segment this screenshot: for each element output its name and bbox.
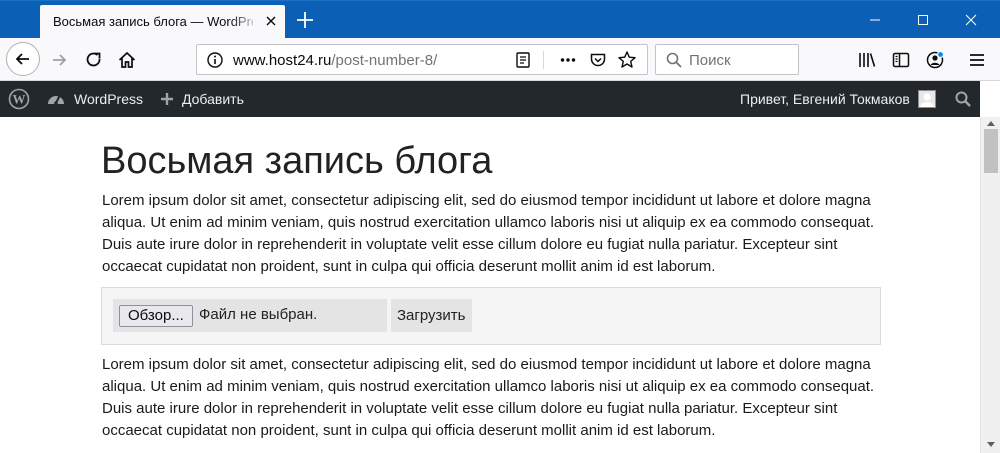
post-paragraph: Lorem ipsum dolor sit amet, consectetur … xyxy=(102,192,875,275)
plus-icon xyxy=(160,92,174,106)
plus-icon[interactable] xyxy=(293,8,317,32)
home-icon[interactable] xyxy=(113,46,141,74)
dashboard-icon xyxy=(46,90,66,108)
menu-icon[interactable] xyxy=(963,46,991,74)
maximize-icon[interactable] xyxy=(900,1,946,39)
file-status-label: Файл не выбран. xyxy=(199,306,318,323)
greeting-label: Привет, Евгений Токмаков xyxy=(740,91,910,107)
scrollbar-thumb[interactable] xyxy=(984,129,998,173)
post-paragraph: Lorem ipsum dolor sit amet, consectetur … xyxy=(102,356,875,439)
svg-text:W: W xyxy=(13,92,26,107)
upload-form: Обзор... Файл не выбран. Загрузить xyxy=(101,287,881,345)
wordpress-logo-icon[interactable]: W xyxy=(8,81,30,117)
url-host: www.host24.ru xyxy=(233,52,332,69)
page-title: Восьмая запись блога xyxy=(101,140,493,182)
avatar xyxy=(917,90,936,108)
more-icon[interactable] xyxy=(554,46,582,74)
tab-active[interactable]: Восьмая запись блога — WordPress xyxy=(40,5,285,39)
back-arrow-icon[interactable] xyxy=(6,42,40,76)
tab-title: Восьмая запись блога — WordPress xyxy=(53,14,253,29)
scroll-up-icon[interactable] xyxy=(987,121,995,126)
info-icon[interactable] xyxy=(201,46,229,74)
tab-strip: Восьмая запись блога — WordPress xyxy=(0,0,1000,39)
star-icon[interactable] xyxy=(613,46,641,74)
url-separator xyxy=(543,51,544,69)
add-new-menu[interactable]: Добавить xyxy=(160,81,244,117)
search-bar[interactable]: Поиск xyxy=(655,44,799,75)
post-content: Восьмая запись блога Lorem ipsum dolor s… xyxy=(0,117,980,453)
url-text: www.host24.ru/post-number-8/ xyxy=(233,52,437,69)
reload-icon[interactable] xyxy=(80,46,108,74)
file-input[interactable]: Обзор... Файл не выбран. xyxy=(113,299,387,332)
tab-title-fade xyxy=(230,9,260,33)
site-name-label: WordPress xyxy=(74,91,143,107)
pocket-icon[interactable] xyxy=(584,46,612,74)
scroll-down-icon[interactable] xyxy=(987,442,995,447)
search-icon[interactable] xyxy=(954,81,972,117)
address-bar[interactable]: www.host24.ru/post-number-8/ xyxy=(196,44,648,75)
navigation-toolbar: www.host24.ru/post-number-8/ Поиск xyxy=(0,38,1000,81)
url-path: /post-number-8/ xyxy=(331,52,438,69)
add-new-label: Добавить xyxy=(182,91,244,107)
forward-arrow-icon[interactable] xyxy=(45,46,73,74)
browse-button[interactable]: Обзор... xyxy=(119,305,193,327)
account-icon[interactable] xyxy=(921,46,949,74)
close-icon[interactable] xyxy=(948,1,994,39)
reader-view-icon[interactable] xyxy=(509,46,537,74)
minimize-icon[interactable] xyxy=(852,1,898,39)
sidebar-icon[interactable] xyxy=(887,46,915,74)
wp-admin-bar: W WordPress Добавить Привет, Евгений Ток… xyxy=(0,81,980,117)
site-name-menu[interactable]: WordPress xyxy=(46,81,143,117)
account-menu[interactable]: Привет, Евгений Токмаков xyxy=(740,81,936,117)
close-icon[interactable] xyxy=(262,12,280,30)
vertical-scrollbar[interactable] xyxy=(980,117,1000,453)
upload-button[interactable]: Загрузить xyxy=(391,299,472,332)
library-icon[interactable] xyxy=(853,46,881,74)
search-icon xyxy=(660,46,688,74)
search-placeholder: Поиск xyxy=(689,52,731,69)
